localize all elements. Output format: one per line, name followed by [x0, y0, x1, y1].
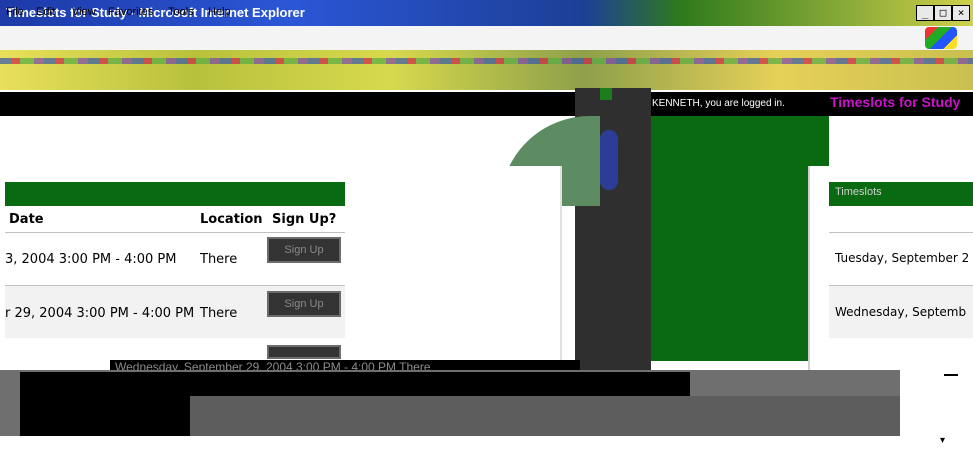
column-header-signup: Sign Up?	[272, 212, 337, 227]
column-header-date: Date	[9, 212, 44, 227]
row-location: There	[200, 306, 238, 321]
menu-bar	[0, 26, 973, 50]
column-header-location: Location	[200, 212, 263, 227]
toolbar	[0, 50, 973, 90]
row-date: r 29, 2004 3:00 PM - 4:00 PM	[5, 306, 195, 321]
sign-up-button-partial[interactable]	[267, 345, 341, 359]
row-date: 3, 2004 3:00 PM - 4:00 PM	[5, 252, 177, 267]
maximize-button[interactable]: □	[934, 5, 952, 21]
logged-in-status: KENNETH, you are logged in.	[652, 98, 785, 109]
scroll-down-arrow-icon[interactable]: ▾	[940, 435, 945, 446]
right-row-date: Wednesday, Septemb	[835, 305, 967, 319]
menu-file[interactable]: File	[6, 6, 24, 18]
right-table-header-label: Timeslots	[835, 186, 882, 198]
minimize-button[interactable]: _	[916, 5, 934, 21]
menu-favorites[interactable]: Favorites	[108, 6, 153, 18]
scrollbar-marker[interactable]	[944, 374, 958, 376]
status-right-block	[190, 396, 900, 436]
page-header-left	[0, 92, 600, 116]
status-left-block	[20, 372, 190, 436]
toolbar-icons-strip[interactable]	[0, 58, 973, 64]
table-header-bar	[5, 182, 345, 206]
menu-tools[interactable]: Tools	[168, 6, 194, 18]
menu-help[interactable]: Help	[208, 6, 231, 18]
sign-up-button[interactable]: Sign Up	[267, 291, 341, 317]
right-row-date: Tuesday, September 2	[835, 251, 970, 265]
close-button[interactable]: ×	[952, 5, 970, 21]
sign-up-button[interactable]: Sign Up	[267, 237, 341, 263]
green-panel	[651, 116, 829, 361]
menu-edit[interactable]: Edit	[36, 6, 55, 18]
decorative-ellipse	[600, 130, 618, 190]
row-location: There	[200, 252, 238, 267]
windows-logo-icon	[925, 27, 957, 49]
status-dark-block	[190, 372, 690, 396]
menu-view[interactable]: View	[72, 6, 96, 18]
status-indicator	[600, 88, 612, 100]
page-title: Timeslots for Study	[830, 94, 961, 110]
